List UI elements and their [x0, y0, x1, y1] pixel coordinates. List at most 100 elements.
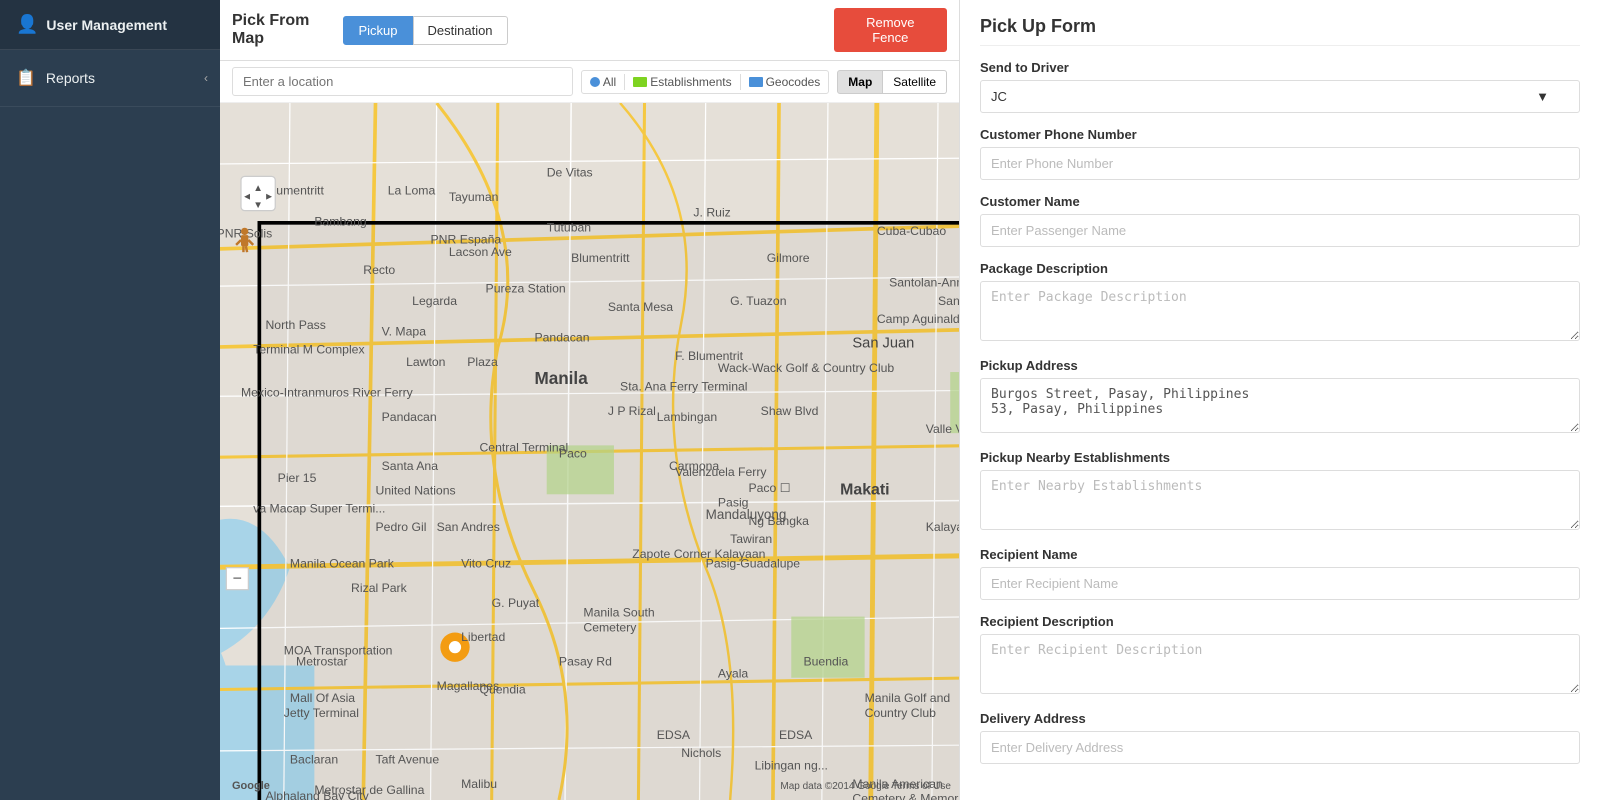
pickup-nearby-group: Pickup Nearby Establishments — [980, 450, 1580, 533]
pickup-address-label: Pickup Address — [980, 358, 1580, 373]
customer-phone-label: Customer Phone Number — [980, 127, 1580, 142]
customer-name-input[interactable] — [980, 214, 1580, 247]
sidebar: 👤 User Management 📋 Reports ‹ — [0, 0, 220, 800]
sidebar-user-management-label: User Management — [46, 17, 167, 33]
svg-text:G. Tuazon: G. Tuazon — [730, 294, 786, 308]
tab-pickup[interactable]: Pickup — [343, 16, 412, 45]
map-tabs: Pickup Destination — [343, 16, 507, 45]
map-type-satellite[interactable]: Satellite — [883, 70, 947, 94]
map-canvas[interactable]: Manila Makati San Juan Mandaluyong Paco … — [220, 103, 959, 800]
send-to-driver-group: Send to Driver JC ▼ — [980, 60, 1580, 113]
svg-text:Santa Ana: Santa Ana — [382, 459, 439, 473]
send-to-driver-value: JC — [991, 89, 1007, 104]
svg-text:G. Puyat: G. Puyat — [492, 596, 540, 610]
svg-text:Pedro Gil: Pedro Gil — [376, 520, 427, 534]
filter-establishments[interactable]: Establishments — [633, 75, 731, 89]
svg-text:Camp Aguinaldo: Camp Aguinaldo — [877, 312, 959, 326]
svg-text:▲: ▲ — [253, 183, 263, 194]
svg-text:Pasay Rd: Pasay Rd — [559, 654, 612, 668]
customer-phone-group: Customer Phone Number — [980, 127, 1580, 180]
svg-text:Pier 15: Pier 15 — [278, 471, 317, 485]
svg-text:Tayuman: Tayuman — [449, 190, 499, 204]
svg-text:Pandacan: Pandacan — [382, 410, 437, 424]
geocodes-box-icon — [749, 77, 763, 87]
svg-text:Manila Golf and: Manila Golf and — [865, 691, 951, 705]
svg-text:Buendia: Buendia — [803, 654, 848, 668]
pickup-address-group: Pickup Address Burgos Street, Pasay, Phi… — [980, 358, 1580, 436]
tab-destination[interactable]: Destination — [413, 16, 508, 45]
svg-text:Nichols: Nichols — [681, 746, 721, 760]
map-type-map[interactable]: Map — [837, 70, 883, 94]
sidebar-item-user-management[interactable]: 👤 User Management — [0, 0, 220, 50]
svg-text:Baclaran: Baclaran — [290, 752, 338, 766]
delivery-address-input[interactable] — [980, 731, 1580, 764]
filter-geocodes[interactable]: Geocodes — [749, 75, 821, 89]
svg-text:Lacson Ave: Lacson Ave — [449, 245, 512, 259]
pickup-nearby-textarea[interactable] — [980, 470, 1580, 530]
customer-name-label: Customer Name — [980, 194, 1580, 209]
sidebar-item-reports[interactable]: 📋 Reports ‹ — [0, 50, 220, 107]
svg-text:▼: ▼ — [253, 200, 263, 211]
svg-text:Central Terminal: Central Terminal — [479, 441, 568, 455]
svg-text:Ng Bangka: Ng Bangka — [748, 514, 809, 528]
main-content: Pick From Map Pickup Destination Remove … — [220, 0, 1600, 800]
svg-text:Manila South: Manila South — [583, 606, 654, 620]
svg-text:va Macap Super Termi...: va Macap Super Termi... — [253, 502, 385, 516]
svg-text:Quendia: Quendia — [479, 683, 525, 697]
map-copyright: Map data ©2014 Google Terms of Use — [780, 781, 951, 792]
svg-text:San Andres: San Andres — [437, 520, 500, 534]
svg-text:Shaw Blvd: Shaw Blvd — [761, 404, 819, 418]
recipient-name-group: Recipient Name — [980, 547, 1580, 600]
svg-text:De Vitas: De Vitas — [547, 165, 593, 179]
filter-geocodes-label: Geocodes — [766, 75, 821, 89]
location-input[interactable] — [232, 67, 573, 96]
svg-text:Libertad: Libertad — [461, 630, 505, 644]
svg-text:Manila Ocean Park: Manila Ocean Park — [290, 557, 395, 571]
svg-text:J. Ruiz: J. Ruiz — [693, 206, 730, 220]
user-icon: 👤 — [16, 14, 38, 35]
send-to-driver-select[interactable]: JC ▼ — [980, 80, 1580, 113]
filter-all[interactable]: All — [590, 75, 616, 89]
package-desc-textarea[interactable] — [980, 281, 1580, 341]
form-title: Pick Up Form — [980, 16, 1580, 46]
svg-text:Cemetery & Memorial: Cemetery & Memorial — [852, 791, 959, 800]
svg-text:Mexico-Intranmuros River Ferry: Mexico-Intranmuros River Ferry — [241, 385, 414, 399]
form-section: Pick Up Form Send to Driver JC ▼ Custome… — [960, 0, 1600, 800]
svg-text:Bambang: Bambang — [314, 214, 367, 228]
svg-text:Mall Of Asia: Mall Of Asia — [290, 691, 355, 705]
pickup-address-textarea[interactable]: Burgos Street, Pasay, Philippines 53, Pa… — [980, 378, 1580, 433]
svg-text:Wack-Wack Golf & Country Club: Wack-Wack Golf & Country Club — [718, 361, 895, 375]
map-title: Pick From Map — [232, 12, 343, 48]
delivery-address-group: Delivery Address — [980, 711, 1580, 764]
svg-text:Lawton: Lawton — [406, 355, 445, 369]
sidebar-reports-label: Reports — [46, 70, 95, 86]
svg-text:Valle Verde 1: Valle Verde 1 — [926, 422, 959, 436]
svg-text:Metrostar: Metrostar — [296, 654, 348, 668]
recipient-desc-label: Recipient Description — [980, 614, 1580, 629]
svg-text:Malibu: Malibu — [461, 777, 497, 791]
svg-text:Cuba-Cubao: Cuba-Cubao — [877, 224, 946, 238]
recipient-desc-textarea[interactable] — [980, 634, 1580, 694]
recipient-name-label: Recipient Name — [980, 547, 1580, 562]
chevron-icon: ‹ — [204, 71, 208, 85]
filter-all-label: All — [603, 75, 616, 89]
map-header: Pick From Map Pickup Destination Remove … — [220, 0, 959, 61]
customer-phone-input[interactable] — [980, 147, 1580, 180]
recipient-name-input[interactable] — [980, 567, 1580, 600]
map-controls: All Establishments Geocodes Map Sat — [220, 61, 959, 103]
svg-text:Paco ☐: Paco ☐ — [748, 481, 790, 495]
remove-fence-button[interactable]: Remove Fence — [834, 8, 947, 52]
svg-text:V. Mapa: V. Mapa — [382, 324, 427, 338]
all-dot-icon — [590, 77, 600, 87]
svg-text:Cemetery: Cemetery — [583, 620, 637, 634]
svg-text:Jetty Terminal: Jetty Terminal — [284, 706, 359, 720]
svg-text:Lambingan: Lambingan — [657, 410, 717, 424]
reports-icon: 📋 — [16, 68, 36, 88]
svg-text:Sta. Ana Ferry Terminal: Sta. Ana Ferry Terminal — [620, 379, 747, 393]
map-section: Pick From Map Pickup Destination Remove … — [220, 0, 960, 800]
customer-name-group: Customer Name — [980, 194, 1580, 247]
svg-text:Libingan ng...: Libingan ng... — [755, 758, 828, 772]
filter-group: All Establishments Geocodes — [581, 70, 829, 94]
svg-text:Santolan: Santolan — [938, 294, 959, 308]
filter-establishments-label: Establishments — [650, 75, 731, 89]
